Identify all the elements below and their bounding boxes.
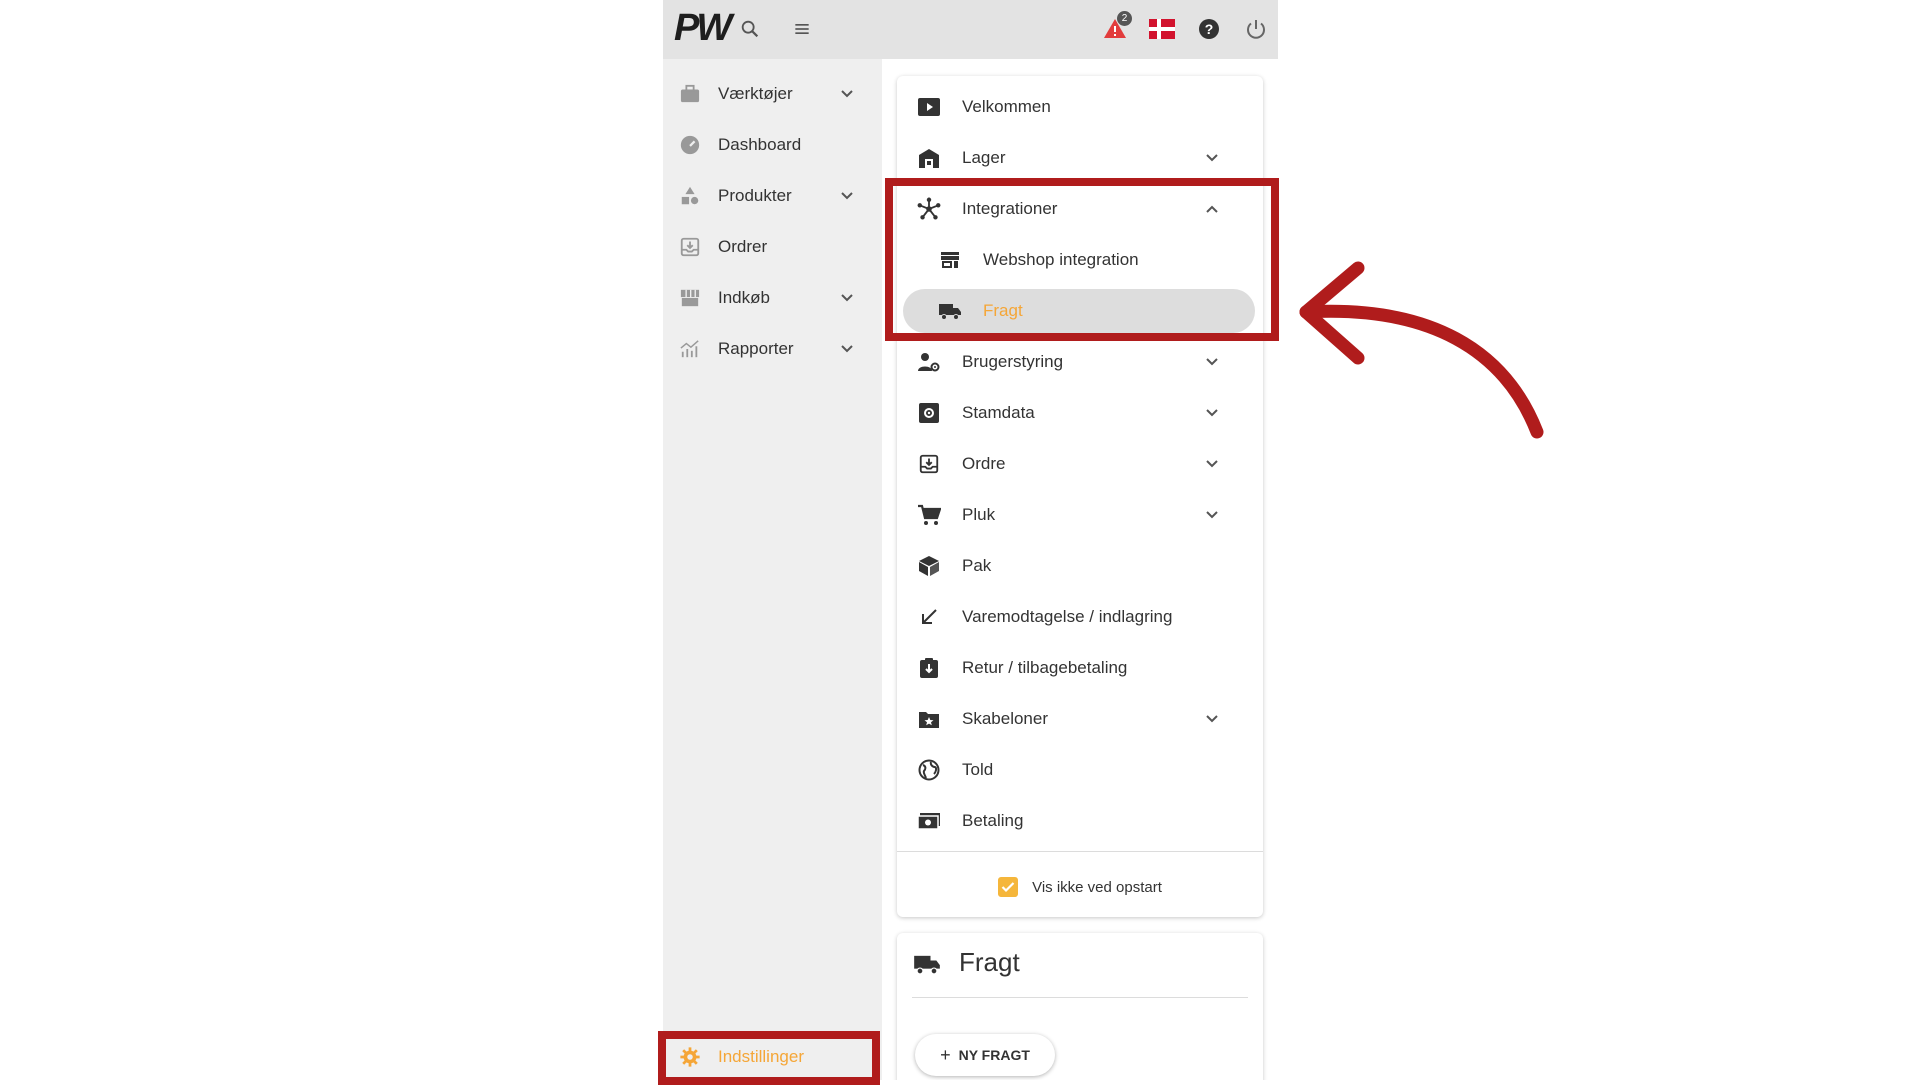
new-fragt-button[interactable]: + NY FRAGT (915, 1034, 1055, 1076)
sidebar-item-label: Dashboard (718, 135, 802, 154)
menu-item-ordre[interactable]: Ordre (897, 441, 1263, 487)
warehouse-icon (917, 146, 941, 170)
menu-item-label: Ordre (962, 454, 1006, 473)
chevron-down-icon (1202, 148, 1222, 168)
dont-show-on-startup-checkbox[interactable] (998, 877, 1019, 897)
highlight-box-settings (658, 1031, 880, 1085)
menu-item-pluk[interactable]: Pluk (897, 492, 1263, 538)
play-icon (917, 95, 941, 119)
card-divider (912, 997, 1248, 998)
sidebar-item-label: Indkøb (718, 288, 770, 307)
inbox-icon (917, 452, 941, 476)
menu-item-velkommen[interactable]: Velkommen (897, 84, 1263, 130)
chart-icon (678, 337, 702, 361)
sidebar-item-dashboard[interactable]: Dashboard (663, 123, 882, 167)
user-settings-icon (917, 350, 941, 374)
sidebar-item-produkter[interactable]: Produkter (663, 174, 882, 218)
dont-show-on-startup-row[interactable]: Vis ikke ved opstart (897, 864, 1263, 910)
folder-star-icon (917, 707, 941, 731)
sidebar-item-label: Ordrer (718, 237, 768, 256)
gear-box-icon (917, 401, 941, 425)
menu-item-brugerstyring[interactable]: Brugerstyring (897, 339, 1263, 385)
return-icon (917, 656, 941, 680)
menu-item-label: Velkommen (962, 97, 1051, 116)
search-icon[interactable] (735, 14, 765, 44)
menu-item-label: Skabeloner (962, 709, 1049, 728)
chevron-down-icon (837, 84, 857, 104)
plus-icon: + (940, 1044, 951, 1065)
gauge-icon (678, 133, 702, 157)
top-bar: PW 2 ? (663, 0, 1278, 59)
toolbox-icon (678, 82, 702, 106)
new-fragt-button-label: NY FRAGT (958, 1047, 1030, 1063)
cart-icon (917, 503, 941, 527)
help-icon[interactable]: ? (1194, 14, 1224, 44)
sidebar-item-label: Produkter (718, 186, 792, 205)
menu-item-label: Stamdata (962, 403, 1035, 422)
menu-item-lager[interactable]: Lager (897, 135, 1263, 181)
checkbox-label: Vis ikke ved opstart (1032, 878, 1162, 896)
shapes-icon (678, 184, 702, 208)
arrow-down-left-icon (917, 605, 941, 629)
danish-flag-icon[interactable] (1147, 14, 1177, 44)
menu-item-stamdata[interactable]: Stamdata (897, 390, 1263, 436)
menu-divider (897, 851, 1263, 852)
menu-icon[interactable] (787, 14, 817, 44)
chevron-down-icon (1202, 505, 1222, 525)
chevron-down-icon (837, 288, 857, 308)
chevron-down-icon (1202, 352, 1222, 372)
chevron-down-icon (1202, 454, 1222, 474)
sidebar-item-rapporter[interactable]: Rapporter (663, 327, 882, 371)
store-icon (678, 286, 702, 310)
power-icon[interactable] (1241, 14, 1271, 44)
chevron-down-icon (1202, 403, 1222, 423)
sidebar-item-ordrer[interactable]: Ordrer (663, 225, 882, 269)
sidebar-item-indkob[interactable]: Indkøb (663, 276, 882, 320)
menu-item-betaling[interactable]: Betaling (897, 798, 1263, 844)
app-window: PW 2 ? Værktøjer Dashboard Produkter Ord… (663, 0, 1278, 1080)
inbox-icon (678, 235, 702, 259)
menu-item-varemodtagelse[interactable]: Varemodtagelse / indlagring (897, 594, 1263, 640)
menu-item-skabeloner[interactable]: Skabeloner (897, 696, 1263, 742)
warning-icon[interactable]: 2 (1100, 11, 1132, 44)
menu-item-told[interactable]: Told (897, 747, 1263, 793)
svg-text:?: ? (1205, 21, 1214, 37)
menu-item-label: Brugerstyring (962, 352, 1064, 371)
menu-item-label: Varemodtagelse / indlagring (962, 607, 1173, 626)
sidebar: Værktøjer Dashboard Produkter Ordrer Ind… (663, 59, 882, 1080)
card-title: Fragt (959, 947, 1020, 977)
menu-item-pak[interactable]: Pak (897, 543, 1263, 589)
globe-icon (917, 758, 941, 782)
sidebar-item-label: Rapporter (718, 339, 794, 358)
menu-item-label: Lager (962, 148, 1006, 167)
sidebar-item-label: Værktøjer (718, 84, 793, 103)
app-logo[interactable]: PW (674, 8, 732, 48)
menu-item-label: Retur / tilbagebetaling (962, 658, 1128, 677)
chevron-down-icon (837, 186, 857, 206)
menu-item-label: Pluk (962, 505, 996, 524)
truck-icon (913, 953, 941, 977)
money-icon (917, 809, 941, 833)
package-icon (917, 554, 941, 578)
fragt-card: Fragt + NY FRAGT (897, 933, 1263, 1080)
notification-badge: 2 (1117, 11, 1132, 26)
annotation-arrow-icon (1299, 261, 1544, 439)
sidebar-item-vaerktojer[interactable]: Værktøjer (663, 72, 882, 116)
menu-item-label: Betaling (962, 811, 1024, 830)
chevron-down-icon (1202, 709, 1222, 729)
menu-item-retur[interactable]: Retur / tilbagebetaling (897, 645, 1263, 691)
menu-item-label: Told (962, 760, 994, 779)
menu-item-label: Pak (962, 556, 992, 575)
highlight-box-integrationer (885, 178, 1279, 341)
chevron-down-icon (837, 339, 857, 359)
